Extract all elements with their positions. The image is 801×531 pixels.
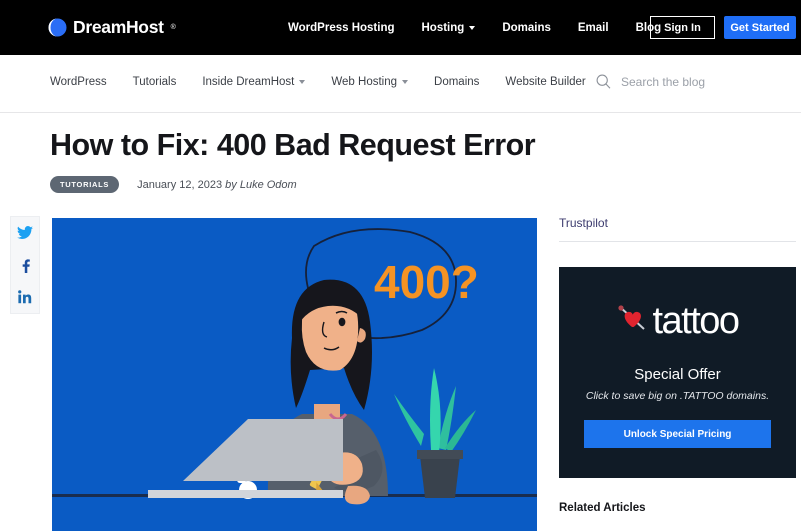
category-badge[interactable]: TUTORIALS — [50, 176, 120, 193]
primary-nav-links: WordPress Hosting Hosting Domains Email … — [288, 22, 661, 34]
nav-label: Email — [577, 21, 609, 34]
tattoo-ad-card[interactable]: tattoo Special Offer Click to save big o… — [559, 267, 796, 478]
chevron-down-icon — [299, 80, 306, 84]
chevron-down-icon — [402, 80, 409, 84]
nav-label: Domains — [502, 21, 551, 34]
facebook-icon[interactable] — [17, 257, 33, 273]
heart-needle-icon — [616, 301, 650, 340]
blog-navigation-bar: WordPress Tutorials Inside DreamHost Web… — [0, 55, 801, 113]
article-author: by Luke Odom — [225, 178, 297, 191]
related-articles-heading: Related Articles — [559, 502, 646, 514]
subnav-label: Domains — [434, 76, 480, 88]
subnav-label: Inside DreamHost — [202, 76, 295, 88]
article-meta: TUTORIALS January 12, 2023 by Luke Odom — [50, 176, 297, 193]
sidebar-divider — [559, 241, 796, 242]
nav-item-domains[interactable]: Domains — [502, 22, 551, 34]
hero-svg: 400? — [52, 218, 537, 531]
subnav-item-tutorials[interactable]: Tutorials — [133, 76, 177, 88]
nav-label: WordPress Hosting — [288, 21, 395, 34]
trustpilot-label[interactable]: Trustpilot — [559, 216, 796, 241]
logo-trademark: ® — [170, 24, 176, 31]
subnav-label: WordPress — [50, 76, 107, 88]
logo-text: DreamHost — [73, 17, 164, 37]
error-code-text: 400? — [374, 256, 479, 308]
secondary-nav-links: WordPress Tutorials Inside DreamHost Web… — [50, 76, 586, 88]
nav-item-email[interactable]: Email — [578, 22, 609, 34]
subnav-item-website-builder[interactable]: Website Builder — [505, 76, 585, 88]
article-date: January 12, 2023 — [137, 178, 223, 191]
blog-search[interactable] — [596, 74, 791, 89]
subnav-label: Web Hosting — [331, 76, 398, 88]
tattoo-wordmark: tattoo — [652, 299, 740, 342]
search-input[interactable] — [621, 74, 791, 89]
ad-offer-subtitle: Click to save big on .TATTOO domains. — [585, 390, 770, 402]
linkedin-icon[interactable] — [17, 289, 33, 305]
top-navigation-bar: DreamHost ® WordPress Hosting Hosting Do… — [0, 0, 801, 55]
get-started-button[interactable]: Get Started — [724, 16, 796, 39]
subnav-item-domains[interactable]: Domains — [434, 76, 479, 88]
sign-in-button[interactable]: Sign In — [650, 16, 715, 39]
unlock-special-pricing-button[interactable]: Unlock Special Pricing — [584, 420, 771, 448]
article-date-byline: January 12, 2023 by Luke Odom — [137, 179, 297, 191]
nav-item-wordpress-hosting[interactable]: WordPress Hosting — [288, 22, 395, 34]
nav-item-hosting[interactable]: Hosting — [422, 22, 476, 34]
nav-label: Hosting — [421, 21, 465, 34]
subnav-item-inside-dreamhost[interactable]: Inside DreamHost — [202, 76, 306, 88]
hero-illustration: 400? — [52, 218, 537, 531]
tattoo-logo: tattoo — [616, 299, 740, 342]
article-hero-image: 400? — [52, 218, 537, 531]
subnav-label: Website Builder — [505, 76, 586, 88]
page-title: How to Fix: 400 Bad Request Error — [50, 128, 536, 162]
social-share-rail — [10, 216, 40, 314]
subnav-item-wordpress[interactable]: WordPress — [50, 76, 107, 88]
ad-offer-title: Special Offer — [634, 366, 721, 383]
chevron-down-icon — [469, 25, 476, 30]
right-sidebar: Trustpilot tattoo Special Offer Click to… — [559, 216, 796, 514]
subnav-label: Tutorials — [132, 76, 177, 88]
subnav-item-web-hosting[interactable]: Web Hosting — [331, 76, 409, 88]
search-icon — [596, 74, 611, 89]
twitter-icon[interactable] — [17, 225, 33, 241]
dreamhost-moon-icon — [48, 18, 67, 37]
dreamhost-logo[interactable]: DreamHost ® — [48, 17, 176, 38]
